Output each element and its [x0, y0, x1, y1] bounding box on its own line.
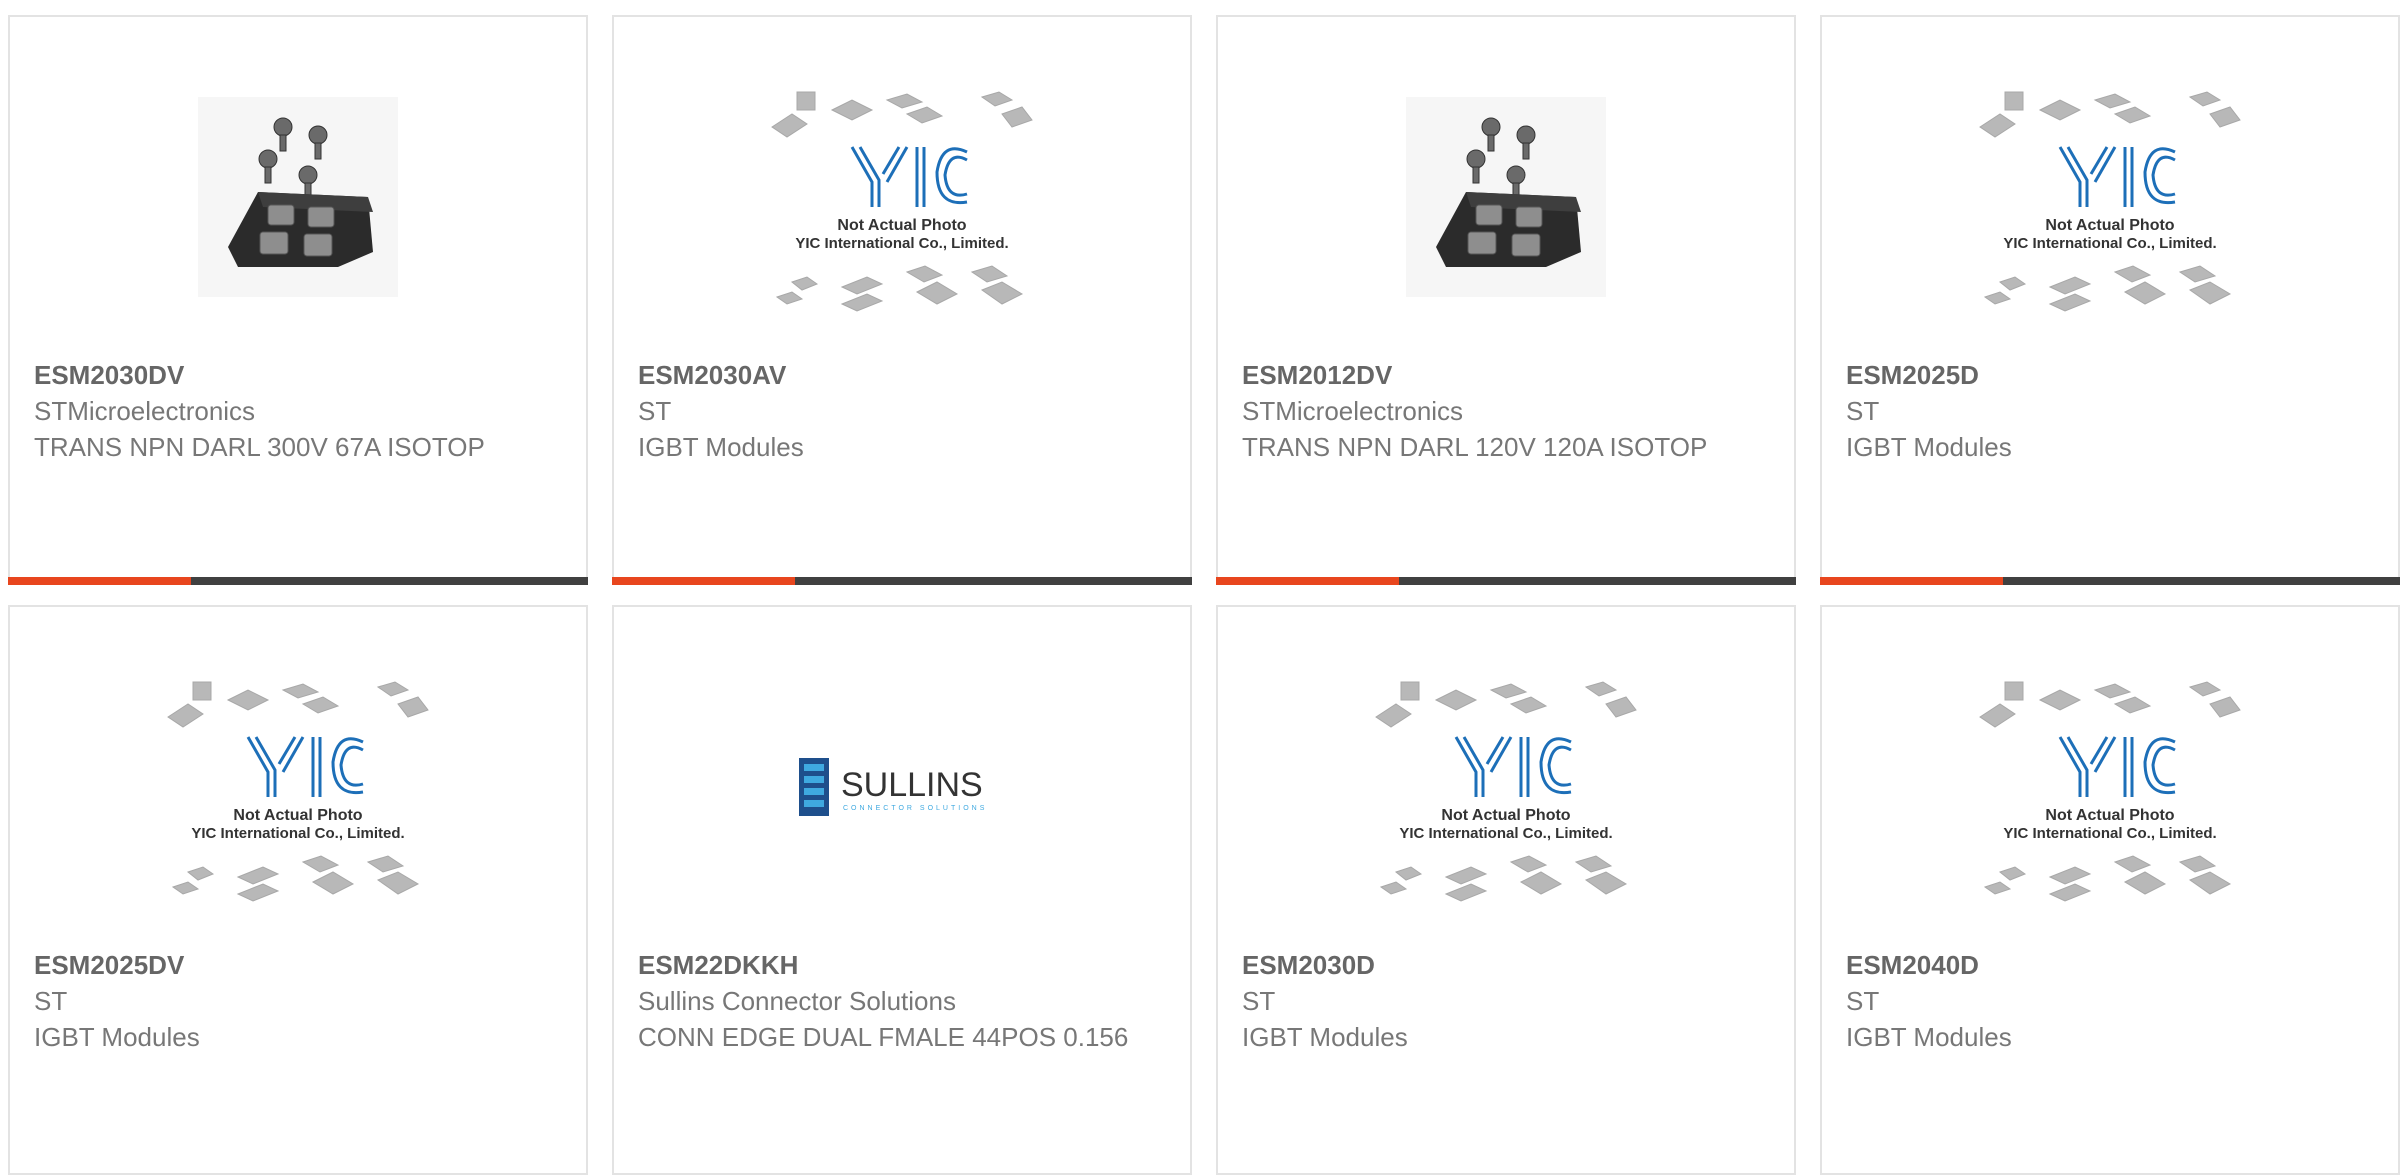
manufacturer: ST	[1846, 986, 1880, 1016]
product-image[interactable]: Not Actual Photo YIC International Co., …	[1822, 77, 2398, 317]
product-info: ESM2012DV STMicroelectronics TRANS NPN DAR…	[1242, 357, 1770, 465]
card-bottom-bar	[1216, 577, 1796, 585]
product-card[interactable]: Not Actual Photo YIC International Co., …	[1820, 15, 2400, 585]
placeholder-line2: YIC International Co., Limited.	[2003, 825, 2216, 842]
part-number[interactable]: ESM2030DV	[34, 357, 562, 393]
isotop-module-image	[1406, 97, 1606, 297]
card-accent-bar	[612, 577, 795, 585]
product-card[interactable]: SULLINS CONNECTOR SOLUTIONS ESM22DKKH Sul…	[612, 605, 1192, 1175]
placeholder-line1: Not Actual Photo	[2045, 807, 2174, 824]
product-info: ESM22DKKH Sullins Connector Solutions CONN…	[638, 947, 1166, 1055]
manufacturer: ST	[638, 396, 672, 426]
part-number[interactable]: ESM22DKKH	[638, 947, 1166, 983]
placeholder-line2: YIC International Co., Limited.	[795, 235, 1008, 252]
part-number[interactable]: ESM2030D	[1242, 947, 1770, 983]
product-image[interactable]: Not Actual Photo YIC International Co., …	[1218, 667, 1794, 907]
product-card[interactable]: Not Actual Photo YIC International Co., …	[1820, 605, 2400, 1175]
description: IGBT Modules	[1846, 1022, 2012, 1052]
product-info: ESM2030DV STMicroelectronics TRANS NPN DAR…	[34, 357, 562, 465]
card-accent-bar	[8, 577, 191, 585]
part-number[interactable]: ESM2025D	[1846, 357, 2374, 393]
description: CONN EDGE DUAL FMALE 44POS 0.156	[638, 1022, 1129, 1052]
description: IGBT Modules	[638, 432, 804, 462]
placeholder-line2: YIC International Co., Limited.	[2003, 235, 2216, 252]
part-number[interactable]: ESM2040D	[1846, 947, 2374, 983]
product-info: ESM2030AV ST IGBT Modules	[638, 357, 1166, 465]
product-image[interactable]: SULLINS CONNECTOR SOLUTIONS	[614, 667, 1190, 907]
part-number[interactable]: ESM2025DV	[34, 947, 562, 983]
product-card[interactable]: ESM2030DV STMicroelectronics TRANS NPN DAR…	[8, 15, 588, 585]
description: TRANS NPN DARL 300V 67A ISOTOP	[34, 432, 485, 462]
product-grid: ESM2030DV STMicroelectronics TRANS NPN DAR…	[8, 15, 2400, 1175]
description: IGBT Modules	[1846, 432, 2012, 462]
product-info: ESM2025DV ST IGBT Modules	[34, 947, 562, 1055]
product-card[interactable]: Not Actual Photo YIC International Co., …	[8, 605, 588, 1175]
placeholder-line1: Not Actual Photo	[2045, 217, 2174, 234]
product-card[interactable]: Not Actual Photo YIC International Co., …	[1216, 605, 1796, 1175]
sullins-logo-image: SULLINS CONNECTOR SOLUTIONS	[799, 758, 987, 816]
placeholder-line1: Not Actual Photo	[1441, 807, 1570, 824]
yic-placeholder-image: Not Actual Photo YIC International Co., …	[167, 681, 429, 902]
yic-placeholder-image: Not Actual Photo YIC International Co., …	[1375, 681, 1637, 902]
description: IGBT Modules	[34, 1022, 200, 1052]
part-number[interactable]: ESM2012DV	[1242, 357, 1770, 393]
yic-placeholder-image: Not Actual Photo YIC International Co., …	[1979, 91, 2241, 312]
isotop-module-image	[198, 97, 398, 297]
manufacturer: ST	[1242, 986, 1276, 1016]
product-info: ESM2040D ST IGBT Modules	[1846, 947, 2374, 1055]
placeholder-line1: Not Actual Photo	[837, 217, 966, 234]
sullins-tagline: CONNECTOR SOLUTIONS	[843, 805, 987, 812]
sullins-wordmark: SULLINS	[841, 766, 983, 804]
yic-placeholder-image: Not Actual Photo YIC International Co., …	[1979, 681, 2241, 902]
manufacturer: STMicroelectronics	[1242, 396, 1464, 426]
placeholder-line1: Not Actual Photo	[233, 807, 362, 824]
manufacturer: ST	[1846, 396, 1880, 426]
card-accent-bar	[1216, 577, 1399, 585]
yic-placeholder-image: Not Actual Photo YIC International Co., …	[771, 91, 1033, 312]
card-bottom-bar	[612, 577, 1192, 585]
manufacturer: STMicroelectronics	[34, 396, 256, 426]
product-image[interactable]: Not Actual Photo YIC International Co., …	[1822, 667, 2398, 907]
part-number[interactable]: ESM2030AV	[638, 357, 1166, 393]
product-info: ESM2025D ST IGBT Modules	[1846, 357, 2374, 465]
card-bottom-bar	[1820, 577, 2400, 585]
manufacturer: ST	[34, 986, 68, 1016]
product-image[interactable]: Not Actual Photo YIC International Co., …	[10, 667, 586, 907]
description: TRANS NPN DARL 120V 120A ISOTOP	[1242, 432, 1708, 462]
product-image[interactable]: Not Actual Photo YIC International Co., …	[614, 77, 1190, 317]
card-accent-bar	[1820, 577, 2003, 585]
description: IGBT Modules	[1242, 1022, 1408, 1052]
card-bottom-bar	[8, 577, 588, 585]
placeholder-line2: YIC International Co., Limited.	[191, 825, 404, 842]
product-card[interactable]: Not Actual Photo YIC International Co., …	[612, 15, 1192, 585]
product-image[interactable]	[10, 77, 586, 317]
product-image[interactable]	[1218, 77, 1794, 317]
manufacturer: Sullins Connector Solutions	[638, 986, 956, 1016]
placeholder-line2: YIC International Co., Limited.	[1399, 825, 1612, 842]
product-info: ESM2030D ST IGBT Modules	[1242, 947, 1770, 1055]
product-card[interactable]: ESM2012DV STMicroelectronics TRANS NPN DAR…	[1216, 15, 1796, 585]
